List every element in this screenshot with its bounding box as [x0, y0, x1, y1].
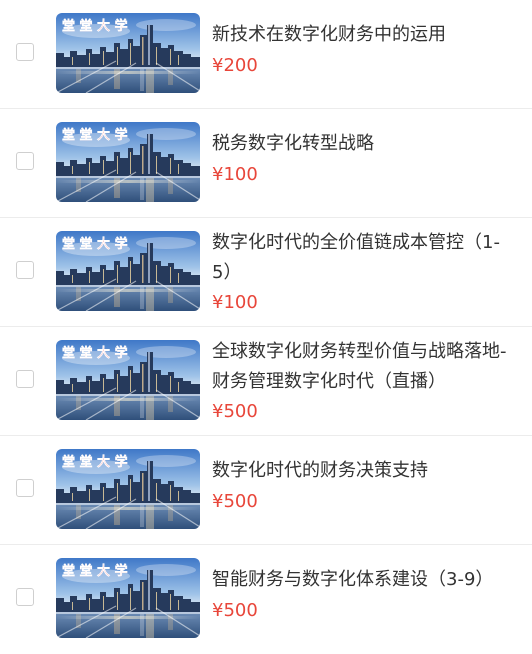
- course-checkbox[interactable]: [16, 370, 34, 388]
- course-title[interactable]: 数字化时代的财务决策支持: [212, 456, 514, 486]
- course-item: 堂 堂 大 学 税务数字化转型战略 ¥100: [0, 109, 532, 218]
- course-thumbnail[interactable]: 堂 堂 大 学: [56, 449, 200, 529]
- thumbnail-brand-text: 堂 堂 大 学: [62, 563, 128, 579]
- course-title[interactable]: 数字化时代的全价值链成本管控（1-5）: [212, 228, 514, 288]
- course-thumbnail[interactable]: 堂 堂 大 学: [56, 122, 200, 202]
- course-checkbox[interactable]: [16, 43, 34, 61]
- course-info: 智能财务与数字化体系建设（3-9） ¥500: [212, 565, 514, 624]
- course-price: ¥500: [212, 401, 258, 422]
- course-item: 堂 堂 大 学 数字化时代的全价值链成本管控（1-5） ¥100: [0, 218, 532, 327]
- thumbnail-brand-text: 堂 堂 大 学: [62, 345, 128, 361]
- course-item: 堂 堂 大 学 智能财务与数字化体系建设（3-9） ¥500: [0, 545, 532, 654]
- course-price: ¥100: [212, 292, 258, 313]
- course-item: 堂 堂 大 学 数字化时代的财务决策支持 ¥500: [0, 436, 532, 545]
- course-title[interactable]: 税务数字化转型战略: [212, 129, 514, 159]
- course-checkbox[interactable]: [16, 152, 34, 170]
- course-checkbox[interactable]: [16, 479, 34, 497]
- course-thumbnail[interactable]: 堂 堂 大 学: [56, 231, 200, 311]
- thumbnail-brand-text: 堂 堂 大 学: [62, 454, 128, 470]
- course-checkbox[interactable]: [16, 261, 34, 279]
- course-price: ¥200: [212, 55, 258, 76]
- course-checkbox[interactable]: [16, 588, 34, 606]
- thumbnail-brand-text: 堂 堂 大 学: [62, 18, 128, 34]
- course-info: 新技术在数字化财务中的运用 ¥200: [212, 20, 514, 79]
- city-skyline-image: 堂 堂 大 学: [56, 122, 200, 202]
- course-item: 堂 堂 大 学 新技术在数字化财务中的运用 ¥200: [0, 0, 532, 109]
- course-title[interactable]: 智能财务与数字化体系建设（3-9）: [212, 565, 514, 595]
- thumbnail-brand-text: 堂 堂 大 学: [62, 127, 128, 143]
- course-list: 堂 堂 大 学 新技术在数字化财务中的运用 ¥200 堂 堂 大 学 税务数字化…: [0, 0, 532, 654]
- course-price: ¥500: [212, 491, 258, 512]
- course-info: 数字化时代的全价值链成本管控（1-5） ¥100: [212, 228, 514, 316]
- city-skyline-image: 堂 堂 大 学: [56, 558, 200, 638]
- course-thumbnail[interactable]: 堂 堂 大 学: [56, 13, 200, 93]
- course-price: ¥500: [212, 600, 258, 621]
- course-title[interactable]: 新技术在数字化财务中的运用: [212, 20, 514, 50]
- course-title[interactable]: 全球数字化财务转型价值与战略落地-财务管理数字化时代（直播）: [212, 337, 514, 397]
- course-info: 税务数字化转型战略 ¥100: [212, 129, 514, 188]
- course-price: ¥100: [212, 164, 258, 185]
- city-skyline-image: 堂 堂 大 学: [56, 231, 200, 311]
- city-skyline-image: 堂 堂 大 学: [56, 13, 200, 93]
- course-thumbnail[interactable]: 堂 堂 大 学: [56, 340, 200, 420]
- city-skyline-image: 堂 堂 大 学: [56, 340, 200, 420]
- course-item: 堂 堂 大 学 全球数字化财务转型价值与战略落地-财务管理数字化时代（直播） ¥…: [0, 327, 532, 436]
- city-skyline-image: 堂 堂 大 学: [56, 449, 200, 529]
- course-thumbnail[interactable]: 堂 堂 大 学: [56, 558, 200, 638]
- course-info: 数字化时代的财务决策支持 ¥500: [212, 456, 514, 515]
- course-info: 全球数字化财务转型价值与战略落地-财务管理数字化时代（直播） ¥500: [212, 337, 514, 425]
- thumbnail-brand-text: 堂 堂 大 学: [62, 236, 128, 252]
